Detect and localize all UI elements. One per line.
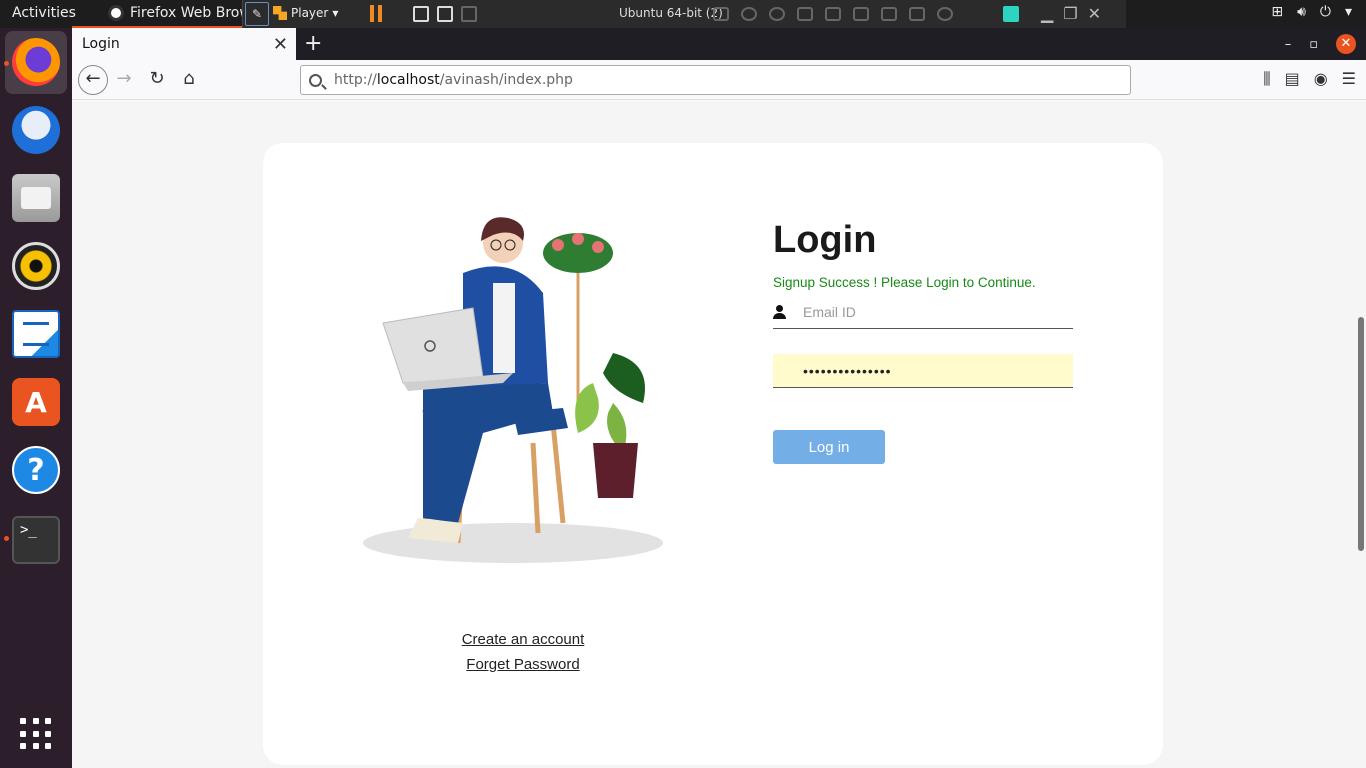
reload-icon[interactable]: ↻ — [143, 66, 171, 94]
url-host: localhost — [376, 72, 440, 88]
forward-icon[interactable]: → — [110, 66, 138, 94]
fullscreen-icon[interactable] — [437, 6, 453, 22]
password-field-wrapper — [773, 354, 1073, 388]
create-account-link[interactable]: Create an account — [413, 627, 633, 652]
ubuntu-software-icon[interactable]: A — [12, 378, 60, 426]
hdd-icon[interactable] — [713, 7, 729, 21]
printer-icon[interactable] — [853, 7, 869, 21]
rhythmbox-icon[interactable] — [12, 242, 60, 290]
close-tab-icon[interactable]: ✕ — [273, 34, 288, 55]
usb-icon[interactable] — [909, 7, 925, 21]
search-icon — [309, 73, 322, 87]
running-indicator — [4, 61, 9, 66]
chevron-down-icon: ▾ — [332, 6, 339, 20]
network-wired-icon[interactable]: ⊞ — [1271, 4, 1283, 20]
player-menu-label: Player — [291, 6, 329, 20]
url-prefix: http:// — [334, 72, 377, 88]
thunderbird-icon[interactable] — [12, 106, 60, 154]
camera-icon[interactable] — [937, 7, 953, 21]
email-field[interactable] — [803, 303, 1063, 320]
close-icon[interactable]: ✕ — [1088, 4, 1101, 23]
signup-success-message: Signup Success ! Please Login to Continu… — [773, 275, 1036, 290]
tab-login[interactable]: Login ✕ — [72, 28, 296, 60]
person-with-laptop-illustration — [363, 217, 663, 563]
tab-bar: Login ✕ + – ▫ ✕ — [72, 28, 1366, 60]
restore-icon[interactable]: ❐ — [1063, 4, 1077, 23]
network-icon[interactable] — [825, 7, 841, 21]
ubuntu-dock: A ? >_ — [0, 28, 72, 768]
page-scrollbar[interactable] — [1358, 317, 1364, 551]
activities-button[interactable]: Activities — [12, 5, 76, 21]
running-indicator — [4, 536, 9, 541]
email-field-wrapper — [773, 295, 1073, 329]
firefox-window: Login ✕ + – ▫ ✕ ← → ↻ ⌂ http://localhost… — [72, 28, 1366, 768]
account-links: Create an account Forget Password — [413, 627, 633, 677]
login-card: Create an account Forget Password Login … — [263, 143, 1163, 765]
unity-icon[interactable] — [461, 6, 477, 22]
power-icon[interactable]: ⏻ — [1320, 4, 1331, 20]
player-menu[interactable]: Player ▾ — [273, 6, 338, 20]
vmware-logo-icon — [273, 6, 287, 20]
account-icon[interactable]: ◉ — [1314, 69, 1328, 89]
libreoffice-writer-icon[interactable] — [12, 310, 60, 358]
send-ctrl-alt-del-icon[interactable] — [413, 6, 429, 22]
maximize-icon[interactable]: ▫ — [1309, 37, 1318, 52]
sidebar-icon[interactable]: ▤ — [1285, 69, 1300, 89]
message-log-icon[interactable] — [1003, 6, 1019, 22]
minimize-icon[interactable]: ▁ — [1041, 4, 1053, 23]
home-icon[interactable]: ⌂ — [175, 66, 203, 94]
nav-bar: ← → ↻ ⌂ http://localhost/avinash/index.p… — [72, 60, 1366, 100]
volume-icon[interactable]: 🔊︎ — [1297, 4, 1306, 20]
files-icon[interactable] — [12, 174, 60, 222]
show-applications-icon[interactable] — [20, 718, 52, 750]
vmware-toolbar: ✎ Player ▾ Ubuntu 64-bit (2) ▁ ❐ ✕ — [242, 0, 1126, 28]
close-window-icon[interactable]: ✕ — [1336, 34, 1356, 54]
chevron-down-icon[interactable]: ▾ — [1345, 4, 1352, 20]
new-tab-icon[interactable]: + — [304, 31, 322, 56]
login-button[interactable]: Log in — [773, 430, 885, 464]
vm-title: Ubuntu 64-bit (2) — [619, 6, 723, 20]
tab-title: Login — [82, 36, 120, 52]
firefox-mini-icon — [108, 5, 124, 21]
url-bar[interactable]: http://localhost/avinash/index.php — [300, 65, 1131, 95]
hamburger-menu-icon[interactable]: ☰ — [1342, 69, 1356, 89]
cd2-icon[interactable] — [769, 7, 785, 21]
library-icon[interactable]: ⫼ — [1263, 69, 1270, 89]
page-title: Login — [773, 219, 877, 261]
user-icon — [773, 304, 789, 319]
app-menu-label: Firefox Web Browser — [130, 5, 242, 21]
forget-password-link[interactable]: Forget Password — [413, 652, 633, 677]
page-viewport: Create an account Forget Password Login … — [72, 101, 1366, 768]
app-menu[interactable]: Firefox Web Browser — [108, 5, 242, 21]
password-field[interactable] — [803, 362, 1063, 379]
terminal-icon[interactable]: >_ — [12, 516, 60, 564]
pause-icon[interactable] — [370, 5, 382, 22]
pin-icon[interactable]: ✎ — [245, 2, 269, 26]
firefox-icon[interactable] — [12, 38, 60, 86]
help-icon[interactable]: ? — [12, 446, 60, 494]
gnome-top-bar: Activities Firefox Web Browser ✎ Player … — [0, 0, 1366, 28]
system-tray[interactable]: ⊞ 🔊︎ ⏻ ▾ — [1271, 4, 1352, 20]
cd-icon[interactable] — [741, 7, 757, 21]
url-path: /avinash/index.php — [439, 72, 573, 88]
back-icon[interactable]: ← — [78, 65, 108, 95]
floppy-icon[interactable] — [797, 7, 813, 21]
minimize-icon[interactable]: – — [1285, 37, 1292, 52]
sound-icon[interactable] — [881, 7, 897, 21]
